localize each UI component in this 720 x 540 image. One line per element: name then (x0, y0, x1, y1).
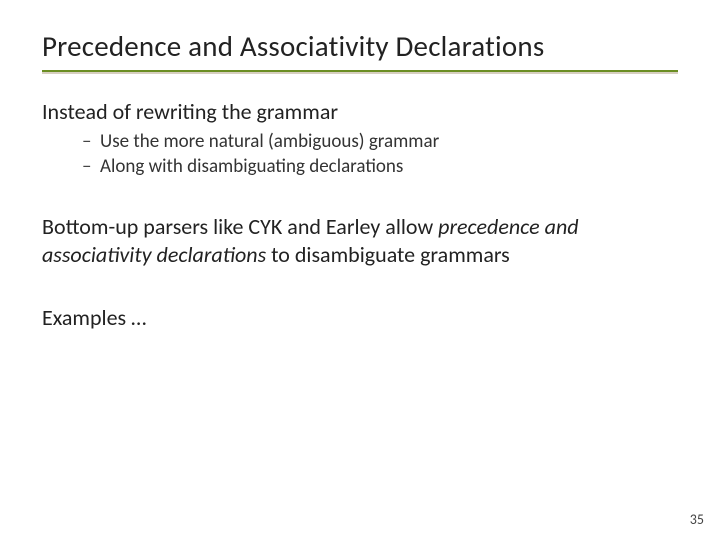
slide-body: Instead of rewriting the grammar Use the… (42, 98, 678, 332)
slide-title: Precedence and Associativity Declaration… (42, 28, 678, 64)
title-underline (42, 70, 678, 84)
para2-post: to disambiguate grammars (266, 241, 510, 268)
page-number: 35 (690, 511, 704, 528)
lead-paragraph: Instead of rewriting the grammar (42, 98, 678, 126)
underline-main (42, 70, 678, 75)
list-item: Along with disambiguating declarations (82, 155, 678, 179)
paragraph-examples: Examples … (42, 304, 678, 332)
list-item: Use the more natural (ambiguous) grammar (82, 130, 678, 154)
sub-bullet-list: Use the more natural (ambiguous) grammar… (42, 130, 678, 180)
paragraph-parsers: Bottom-up parsers like CYK and Earley al… (42, 213, 678, 268)
bullet-text: Along with disambiguating declarations (100, 155, 403, 178)
para2-pre: Bottom-up parsers like CYK and Earley al… (42, 213, 438, 240)
slide: Precedence and Associativity Declaration… (0, 0, 720, 540)
bullet-text: Use the more natural (ambiguous) grammar (100, 130, 439, 153)
